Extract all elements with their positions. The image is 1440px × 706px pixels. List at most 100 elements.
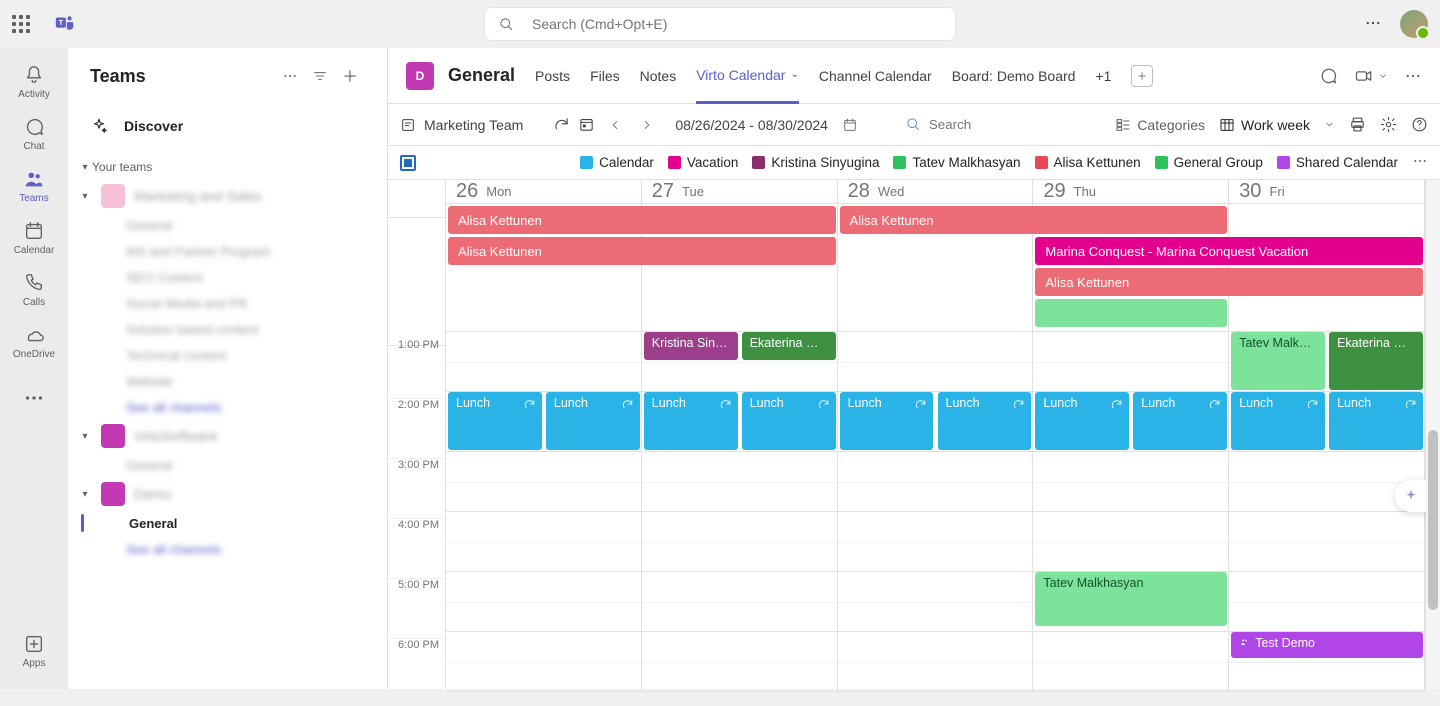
rail-onedrive[interactable]: OneDrive xyxy=(0,316,68,368)
app-launcher-icon[interactable] xyxy=(12,15,30,33)
more-icon[interactable] xyxy=(275,61,305,91)
see-all-channels[interactable]: See all channels xyxy=(78,536,377,562)
calendar-event[interactable]: Test Demo xyxy=(1231,632,1423,658)
toolbar-team[interactable]: Marketing Team xyxy=(424,117,523,133)
categories-button[interactable]: Categories xyxy=(1115,117,1205,133)
vertical-scrollbar[interactable] xyxy=(1426,180,1440,689)
chat-icon[interactable] xyxy=(1318,66,1338,86)
calendar-event[interactable]: Lunch xyxy=(1231,392,1325,450)
channel-row[interactable]: MS and Partner Program xyxy=(78,238,377,264)
discover-button[interactable]: Discover xyxy=(68,104,387,148)
channel-row[interactable]: Technical content xyxy=(78,342,377,368)
channel-name: General xyxy=(448,65,515,86)
help-icon[interactable] xyxy=(1411,116,1428,133)
legend-item[interactable]: Kristina Sinyugina xyxy=(752,155,879,170)
calendar-event[interactable]: Lunch xyxy=(644,392,738,450)
sparkle-icon xyxy=(90,117,108,135)
print-icon[interactable] xyxy=(1349,116,1366,133)
day-header: 30Fri xyxy=(1229,180,1425,204)
select-all-calendars[interactable] xyxy=(400,155,416,171)
rail-calendar[interactable]: Calendar xyxy=(0,212,68,264)
view-switcher[interactable]: Work week xyxy=(1219,117,1310,133)
calendar-event[interactable]: Ekaterina … xyxy=(1329,332,1423,390)
tab-board-demo-board[interactable]: Board: Demo Board xyxy=(952,48,1076,104)
copilot-icon[interactable] xyxy=(1395,480,1427,512)
allday-event[interactable]: Marina Conquest - Marina Conquest Vacati… xyxy=(1035,237,1423,265)
tab-notes[interactable]: Notes xyxy=(640,48,677,104)
channel-row[interactable]: General xyxy=(78,510,377,536)
team-row[interactable]: ▾VirtoSoftware xyxy=(78,420,377,452)
calendar-event[interactable]: Lunch xyxy=(546,392,640,450)
calendar-icon xyxy=(23,220,45,242)
next-button[interactable] xyxy=(635,113,659,137)
channel-row[interactable]: SEO Content xyxy=(78,264,377,290)
legend-item[interactable]: Shared Calendar xyxy=(1277,155,1398,170)
channel-row[interactable]: Solution based content xyxy=(78,316,377,342)
calendar-event[interactable]: Tatev Malk… xyxy=(1231,332,1325,390)
search-icon xyxy=(906,117,921,132)
team-row[interactable]: ▾Demo xyxy=(78,478,377,510)
calendar-event[interactable]: Lunch xyxy=(938,392,1032,450)
calendar-event[interactable]: Lunch xyxy=(742,392,836,450)
channel-row[interactable]: Website xyxy=(78,368,377,394)
rail-calls[interactable]: Calls xyxy=(0,264,68,316)
legend-item[interactable]: Calendar xyxy=(580,155,654,170)
more-icon[interactable] xyxy=(1404,67,1422,85)
legend-more-icon[interactable] xyxy=(1412,153,1428,172)
rail-apps[interactable]: Apps xyxy=(0,625,68,677)
chevron-down-icon[interactable] xyxy=(1324,119,1335,130)
channel-row[interactable]: Social Media and PR xyxy=(78,290,377,316)
more-icon[interactable] xyxy=(1364,14,1382,35)
allday-event[interactable]: Alisa Kettunen xyxy=(448,206,836,234)
calendar-search[interactable] xyxy=(906,117,1029,132)
time-label: 4:00 PM xyxy=(388,519,445,579)
calendar-event[interactable]: Lunch xyxy=(1035,392,1129,450)
prev-button[interactable] xyxy=(603,113,627,137)
note-icon[interactable] xyxy=(400,117,416,133)
sync-icon xyxy=(621,398,634,411)
allday-event[interactable] xyxy=(1035,299,1227,327)
calendar-icon[interactable] xyxy=(842,117,858,133)
allday-event[interactable]: Alisa Kettunen xyxy=(1035,268,1423,296)
calendar-event[interactable]: Lunch xyxy=(840,392,934,450)
legend-item[interactable]: Vacation xyxy=(668,155,739,170)
team-row[interactable]: ▾Marketing and Sales xyxy=(78,180,377,212)
legend-item[interactable]: Tatev Malkhasyan xyxy=(893,155,1020,170)
main-content: D General PostsFilesNotesVirto Calendar⌄… xyxy=(388,48,1440,689)
gear-icon[interactable] xyxy=(1380,116,1397,133)
rail-chat[interactable]: Chat xyxy=(0,108,68,160)
user-avatar[interactable] xyxy=(1400,10,1428,38)
search-input[interactable] xyxy=(532,16,941,32)
calendar-search-input[interactable] xyxy=(929,117,1029,132)
calendar-event[interactable]: Lunch xyxy=(448,392,542,450)
refresh-icon[interactable] xyxy=(553,116,570,133)
allday-event[interactable]: Alisa Kettunen xyxy=(840,206,1228,234)
calendar-event[interactable]: Lunch xyxy=(1133,392,1227,450)
rail-teams[interactable]: Teams xyxy=(0,160,68,212)
calendar-event[interactable]: Tatev Malkhasyan xyxy=(1035,572,1227,626)
tab-files[interactable]: Files xyxy=(590,48,620,104)
date-range[interactable]: 08/26/2024 - 08/30/2024 xyxy=(675,117,828,133)
meet-button[interactable] xyxy=(1354,66,1388,86)
channel-row[interactable]: General xyxy=(78,452,377,478)
add-tab-button[interactable] xyxy=(1131,65,1153,87)
see-all-channels[interactable]: See all channels xyxy=(78,394,377,420)
calendar-event[interactable]: Ekaterina … xyxy=(742,332,836,360)
rail-activity[interactable]: Activity xyxy=(0,56,68,108)
channel-row[interactable]: General xyxy=(78,212,377,238)
calendar-event[interactable]: Lunch xyxy=(1329,392,1423,450)
legend-item[interactable]: Alisa Kettunen xyxy=(1035,155,1141,170)
allday-event[interactable]: Alisa Kettunen xyxy=(448,237,836,265)
tab-overflow[interactable]: +1 xyxy=(1095,48,1111,104)
legend-item[interactable]: General Group xyxy=(1155,155,1263,170)
global-search[interactable] xyxy=(485,8,955,40)
your-teams-heading[interactable]: ▾Your teams xyxy=(78,154,377,180)
tab-virto-calendar[interactable]: Virto Calendar⌄ xyxy=(696,48,799,104)
today-icon[interactable] xyxy=(578,116,595,133)
rail-more[interactable] xyxy=(0,372,68,424)
filter-icon[interactable] xyxy=(305,61,335,91)
tab-channel-calendar[interactable]: Channel Calendar xyxy=(819,48,932,104)
tab-posts[interactable]: Posts xyxy=(535,48,570,104)
calendar-event[interactable]: Kristina Sin… xyxy=(644,332,738,360)
add-team-icon[interactable] xyxy=(335,61,365,91)
